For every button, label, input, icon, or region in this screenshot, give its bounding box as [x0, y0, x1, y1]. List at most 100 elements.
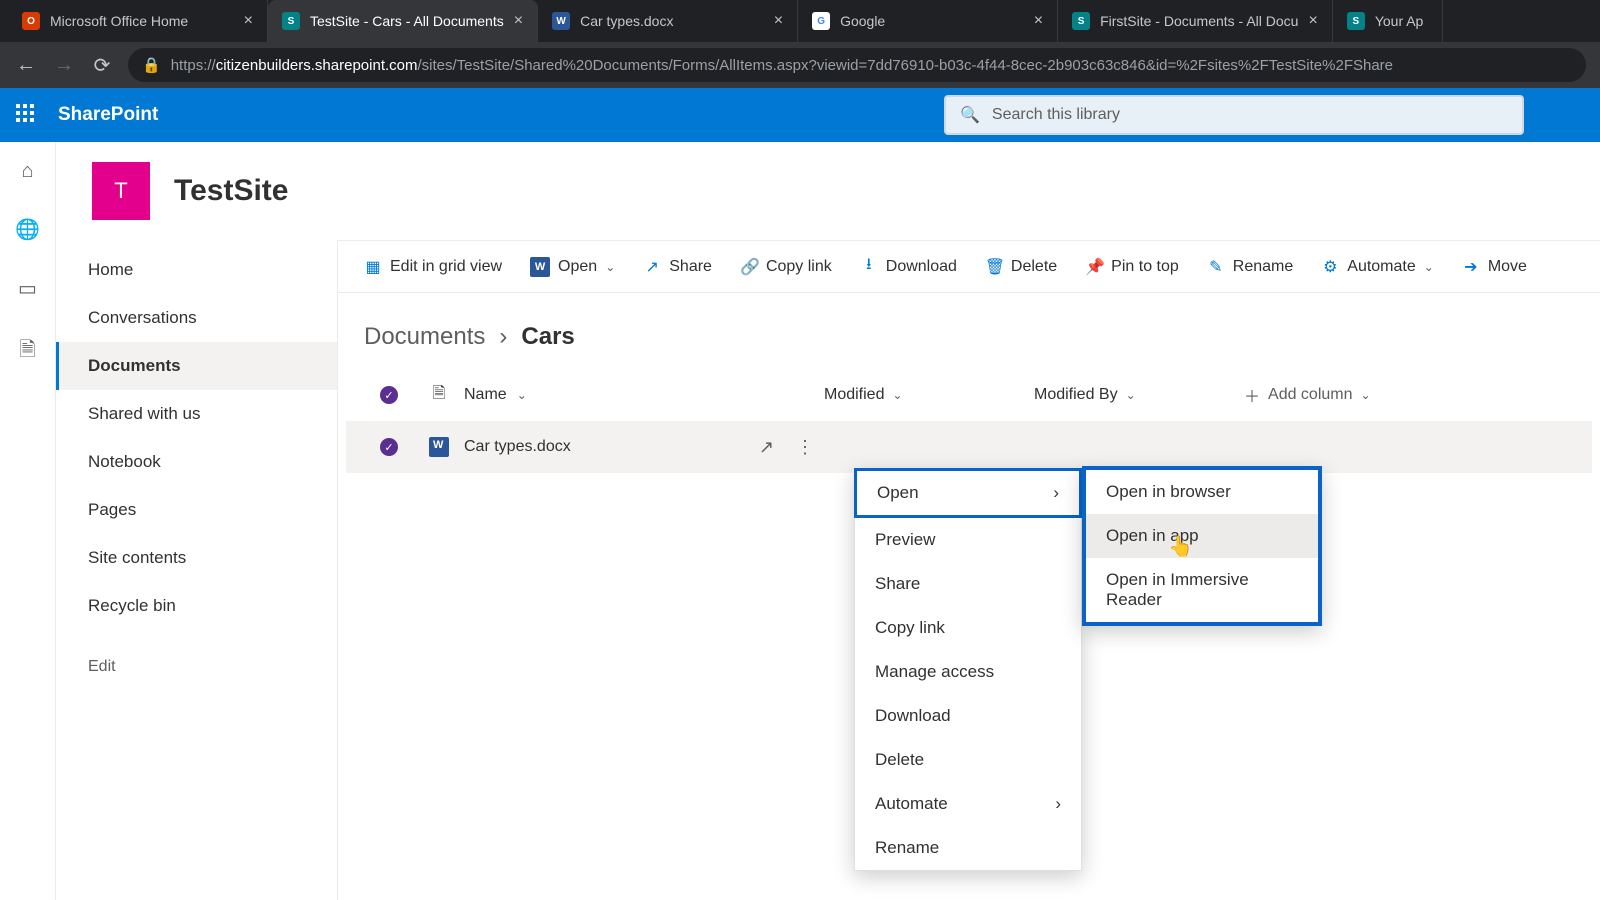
menu-item-manage-access[interactable]: Manage access — [855, 650, 1081, 694]
word-icon — [429, 437, 449, 457]
cmd-edit-grid[interactable]: ▦Edit in grid view — [364, 257, 502, 277]
search-icon: 🔍 — [960, 105, 980, 125]
list-header: ✓ 🗎 Name⌄ Modified⌄ Modified By⌄ ＋Add co… — [346, 369, 1592, 421]
menu-item-preview[interactable]: Preview — [855, 518, 1081, 562]
menu-item-delete[interactable]: Delete — [855, 738, 1081, 782]
chevron-down-icon: ⌄ — [1126, 388, 1136, 402]
forward-button[interactable]: → — [52, 54, 76, 77]
nav-item-conversations[interactable]: Conversations — [56, 294, 337, 342]
browser-toolbar: ← → ⟳ 🔒 https://citizenbuilders.sharepoi… — [0, 42, 1600, 88]
share-icon[interactable]: ↗ — [759, 437, 774, 458]
trash-icon: 🗑 — [985, 257, 1003, 277]
browser-tab[interactable]: G Google × — [798, 0, 1058, 42]
site-name[interactable]: TestSite — [174, 174, 288, 208]
app-launcher-icon[interactable] — [16, 104, 38, 126]
close-icon[interactable]: × — [1308, 12, 1317, 30]
move-icon: ➔ — [1462, 257, 1480, 277]
search-input[interactable]: 🔍 Search this library — [944, 95, 1524, 135]
share-icon: ↗ — [643, 257, 661, 277]
tab-title: Car types.docx — [580, 13, 764, 29]
nav-edit-link[interactable]: Edit — [56, 630, 337, 704]
tab-title: Google — [840, 13, 1024, 29]
cmd-delete[interactable]: 🗑Delete — [985, 257, 1057, 277]
global-nav-rail: ⌂ 🌐 ▭ 🗎 — [0, 142, 56, 900]
check-icon: ✓ — [380, 438, 398, 456]
menu-item-open[interactable]: Open› — [854, 468, 1082, 518]
check-icon: ✓ — [380, 386, 398, 404]
chevron-right-icon: › — [1055, 794, 1061, 814]
select-all[interactable]: ✓ — [364, 386, 414, 404]
address-bar[interactable]: 🔒 https://citizenbuilders.sharepoint.com… — [128, 48, 1586, 82]
nav-item-site-contents[interactable]: Site contents — [56, 534, 337, 582]
type-icon-header[interactable]: 🗎 — [414, 382, 464, 409]
suite-header: SharePoint 🔍 Search this library — [0, 88, 1600, 142]
left-navigation: Home Conversations Documents Shared with… — [56, 240, 338, 900]
globe-icon[interactable]: 🌐 — [15, 217, 40, 242]
nav-item-home[interactable]: Home — [56, 246, 337, 294]
menu-item-rename[interactable]: Rename — [855, 826, 1081, 870]
cmd-copy-link[interactable]: 🔗Copy link — [740, 257, 832, 277]
add-column[interactable]: ＋Add column⌄ — [1244, 383, 1424, 407]
office-icon: O — [22, 12, 40, 30]
site-header: T TestSite — [56, 142, 1600, 240]
file-name[interactable]: Car types.docx — [464, 438, 571, 456]
cmd-download[interactable]: ⭳Download — [860, 253, 957, 280]
nav-item-pages[interactable]: Pages — [56, 486, 337, 534]
chevron-right-icon: › — [499, 323, 507, 351]
submenu-open-browser[interactable]: Open in browser — [1086, 470, 1318, 514]
site-logo[interactable]: T — [92, 162, 150, 220]
command-bar: ▦Edit in grid view WOpen⌄ ↗Share 🔗Copy l… — [338, 241, 1600, 293]
nav-item-recycle-bin[interactable]: Recycle bin — [56, 582, 337, 630]
reload-button[interactable]: ⟳ — [90, 53, 114, 78]
column-modified[interactable]: Modified⌄ — [824, 386, 1034, 404]
cmd-open[interactable]: WOpen⌄ — [530, 257, 615, 277]
back-button[interactable]: ← — [14, 54, 38, 77]
file-icon: 🗎 — [433, 382, 446, 409]
sharepoint-icon: S — [1347, 12, 1365, 30]
browser-tab[interactable]: S FirstSite - Documents - All Docu × — [1058, 0, 1333, 42]
grid-icon: ▦ — [364, 257, 382, 277]
breadcrumb-current: Cars — [521, 323, 574, 351]
close-icon[interactable]: × — [514, 12, 523, 30]
tab-title: FirstSite - Documents - All Docu — [1100, 13, 1298, 29]
nav-item-documents[interactable]: Documents — [56, 342, 337, 390]
chevron-down-icon: ⌄ — [517, 388, 527, 402]
browser-tab[interactable]: S Your Ap — [1333, 0, 1443, 42]
cmd-automate[interactable]: ⚙Automate⌄ — [1321, 257, 1434, 277]
browser-tab[interactable]: O Microsoft Office Home × — [8, 0, 268, 42]
menu-item-share[interactable]: Share — [855, 562, 1081, 606]
chevron-down-icon: ⌄ — [892, 388, 902, 402]
submenu-open-immersive[interactable]: Open in Immersive Reader — [1086, 558, 1318, 622]
menu-item-download[interactable]: Download — [855, 694, 1081, 738]
browser-tab[interactable]: S TestSite - Cars - All Documents × — [268, 0, 538, 42]
more-icon[interactable]: ⋮ — [796, 437, 814, 458]
submenu-open-app[interactable]: Open in app — [1086, 514, 1318, 558]
cmd-move[interactable]: ➔Move — [1462, 257, 1527, 277]
close-icon[interactable]: × — [1034, 12, 1043, 30]
close-icon[interactable]: × — [244, 12, 253, 30]
list-row[interactable]: ✓ Car types.docx ↗ ⋮ — [346, 421, 1592, 473]
browser-tab[interactable]: W Car types.docx × — [538, 0, 798, 42]
close-icon[interactable]: × — [774, 12, 783, 30]
chevron-right-icon: › — [1053, 483, 1059, 503]
brand-label[interactable]: SharePoint — [58, 104, 158, 126]
files-icon[interactable]: 🗎 — [19, 335, 35, 369]
pin-icon: 📌 — [1085, 257, 1103, 277]
row-select[interactable]: ✓ — [364, 438, 414, 456]
column-name[interactable]: Name⌄ — [464, 386, 824, 404]
column-modified-by[interactable]: Modified By⌄ — [1034, 386, 1244, 404]
open-submenu: Open in browser Open in app Open in Imme… — [1082, 466, 1322, 626]
nav-item-notebook[interactable]: Notebook — [56, 438, 337, 486]
tab-title: Your Ap — [1375, 13, 1428, 29]
cmd-share[interactable]: ↗Share — [643, 257, 712, 277]
home-icon[interactable]: ⌂ — [21, 160, 33, 183]
menu-item-copy-link[interactable]: Copy link — [855, 606, 1081, 650]
news-icon[interactable]: ▭ — [18, 276, 37, 301]
breadcrumb-root[interactable]: Documents — [364, 323, 485, 351]
cmd-pin[interactable]: 📌Pin to top — [1085, 257, 1179, 277]
nav-item-shared[interactable]: Shared with us — [56, 390, 337, 438]
menu-item-automate[interactable]: Automate› — [855, 782, 1081, 826]
google-icon: G — [812, 12, 830, 30]
cmd-rename[interactable]: ✎Rename — [1207, 257, 1293, 277]
browser-tab-strip: O Microsoft Office Home × S TestSite - C… — [0, 0, 1600, 42]
